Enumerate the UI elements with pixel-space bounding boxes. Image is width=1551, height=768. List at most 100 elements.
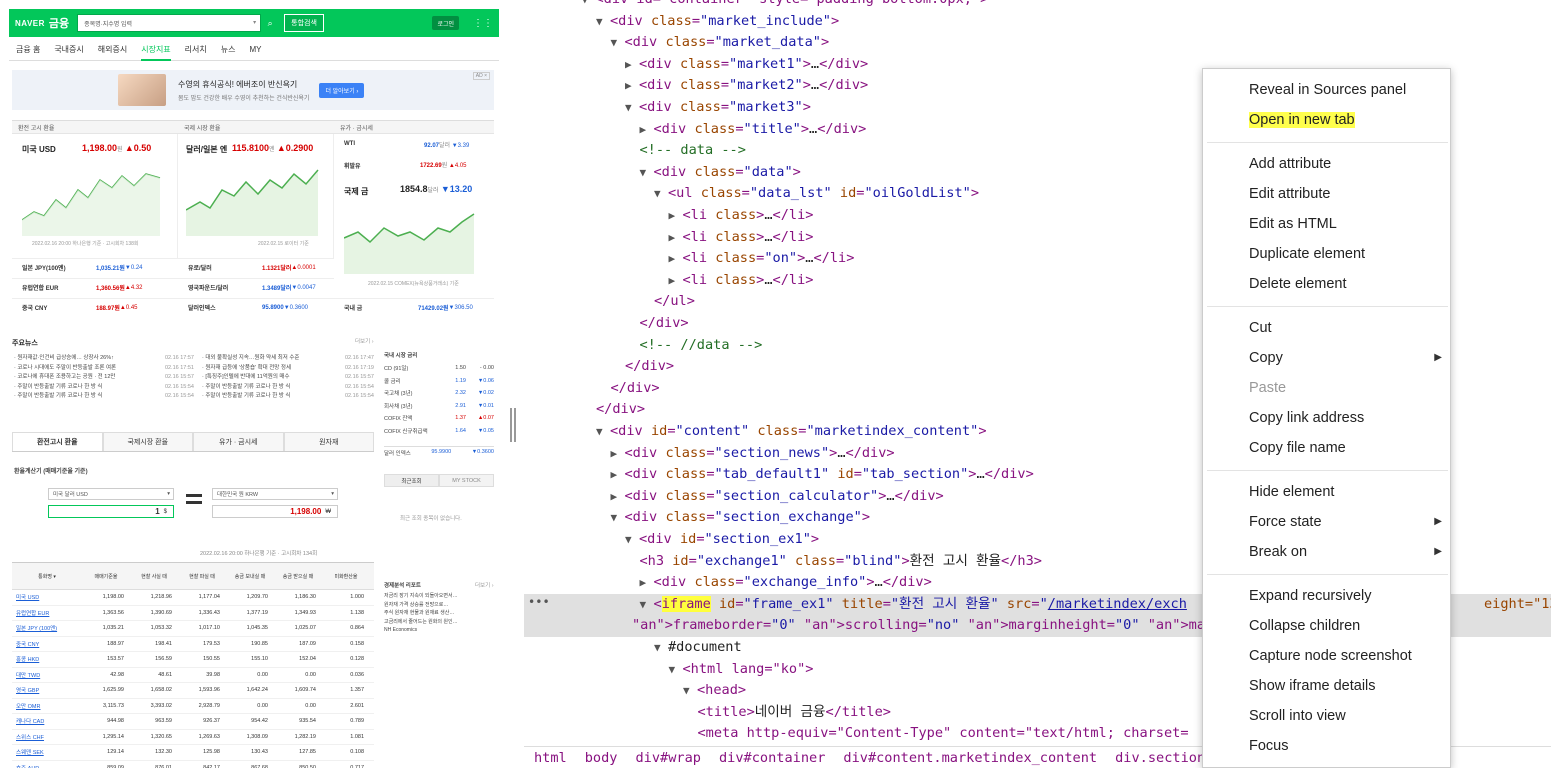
breadcrumb-item-0[interactable]: html — [534, 750, 567, 766]
dom-node-12[interactable]: ▶ <li class="on">…</li> — [669, 248, 855, 270]
market2-box[interactable]: 달러/일본 엔 115.8100엔 ▲0.2900 2022.02.15 로이터… — [178, 134, 334, 258]
nav-item-2[interactable]: 해외증시 — [98, 44, 127, 55]
dom-node-13[interactable]: ▶ <li class>…</li> — [669, 270, 814, 292]
dom-node-after-3[interactable]: <title>네이버 금융</title> — [698, 702, 892, 724]
market-row-0-2[interactable]: 국내 금 71429.02원 ▼306.50 — [334, 298, 494, 316]
news-right-item-4[interactable]: · 주말이 반등출발 기류 코로나 한 방 식 02.16 15:54 — [202, 392, 374, 402]
menu-item-collapse-children[interactable]: Collapse children — [1249, 611, 1360, 641]
dom-node-after-0[interactable]: ▼ #document — [654, 637, 742, 659]
ad-close-icon[interactable]: AD × — [472, 72, 490, 80]
news-more-link[interactable]: 더보기 › — [355, 338, 374, 348]
breadcrumb-item-1[interactable]: body — [585, 750, 618, 766]
currency-link[interactable]: 유럽연합 EUR — [12, 609, 82, 617]
search-input[interactable]: 종목명·지수명 입력 ▾ — [77, 14, 262, 32]
dom-node-27[interactable]: ▶ <div class="exchange_info">…</div> — [640, 572, 932, 594]
dom-node-16[interactable]: <!-- //data --> — [640, 335, 763, 357]
finance-logo[interactable]: 금융 — [49, 15, 69, 31]
dom-node-20[interactable]: ▼ <div id="content" class="marketindex_co… — [596, 421, 987, 443]
menu-item-expand-recursively[interactable]: Expand recursively — [1249, 581, 1372, 611]
dom-node-3[interactable]: ▶ <div class="market1">…</div> — [625, 54, 868, 76]
currency-link[interactable]: 중국 CNY — [12, 640, 82, 648]
dom-node-7[interactable]: <!-- data --> — [640, 140, 746, 162]
news-right-item-0[interactable]: · 대외 불확실성 지속…원화 약세 최저 수준 02.16 17:47 — [202, 354, 374, 364]
dom-node-6[interactable]: ▶ <div class="title">…</div> — [640, 119, 867, 141]
nav-item-1[interactable]: 국내증시 — [54, 44, 83, 55]
dom-node-18[interactable]: </div> — [611, 378, 660, 400]
menu-item-break-on[interactable]: Break on — [1249, 537, 1307, 567]
breadcrumb-item-4[interactable]: div#content.marketindex_content — [843, 750, 1097, 766]
dom-node-0[interactable]: ▼<div id="container" style="padding-bott… — [582, 0, 989, 11]
chevron-down-icon[interactable]: ▾ — [253, 19, 256, 26]
menu-item-duplicate-element[interactable]: Duplicate element — [1249, 239, 1365, 269]
menu-item-copy-link-address[interactable]: Copy link address — [1249, 403, 1364, 433]
news-headline[interactable]: · 코로나 시대에도 주말이 반등출발 조론 여론 — [14, 364, 116, 374]
dom-node-iframe-selected[interactable]: ▼ <iframe id="frame_ex1" title="환전 고시 환율"… — [640, 594, 1187, 616]
dom-node-1[interactable]: ▼ <div class="market_include"> — [596, 11, 839, 33]
news-headline[interactable]: · 주말이 반등출발 기류 코로나 한 방 식 — [14, 392, 102, 402]
news-headline[interactable]: · 원자재 급등에 '상품숍' 확대 전망 정세 — [202, 364, 291, 374]
report-item-3[interactable]: 고금리에서 줄어드는 원화의 원인… — [384, 618, 494, 627]
report-item-2[interactable]: 주식 원자재 현물과 원재료 생산… — [384, 609, 494, 618]
market-row-0-0[interactable]: 일본 JPY(100엔) 1,035.21원 ▼0.24 — [12, 258, 178, 276]
calc-from-select[interactable]: 미국 달러 USD ▾ — [48, 488, 174, 500]
dom-node-25[interactable]: ▼ <div id="section_ex1"> — [625, 529, 819, 551]
tab-3[interactable]: 원자재 — [283, 432, 374, 451]
dom-node-after-1[interactable]: ▼ <html lang="ko"> — [669, 659, 814, 681]
currency-link[interactable]: 스웨덴 SEK — [12, 748, 82, 756]
news-headline[interactable]: · 대외 불확실성 지속…원화 약세 최저 수준 — [202, 354, 299, 364]
news-right-item-3[interactable]: · 주말이 반등출발 기류 코로나 한 방 식 02.16 15:54 — [202, 383, 374, 393]
dom-node-after-4[interactable]: <meta http-equiv="Content-Type" content=… — [698, 723, 1189, 745]
dom-node-11[interactable]: ▶ <li class>…</li> — [669, 227, 814, 249]
dom-node-2[interactable]: ▼ <div class="market_data"> — [611, 32, 830, 54]
dom-node-22[interactable]: ▶ <div class="tab_default1" id="tab_secti… — [611, 464, 1034, 486]
menu-item-capture-node-screenshot[interactable]: Capture node screenshot — [1249, 641, 1412, 671]
dom-node-10[interactable]: ▶ <li class>…</li> — [669, 205, 814, 227]
dom-node-23[interactable]: ▶ <div class="section_calculator">…</div> — [611, 486, 944, 508]
menu-item-force-state[interactable]: Force state — [1249, 507, 1322, 537]
tab-1[interactable]: 국제시장 환율 — [102, 432, 193, 451]
tab-0[interactable]: 환전고시 환율 — [12, 432, 103, 451]
market-head-oil[interactable]: 유가 · 금시세 — [334, 120, 494, 134]
news-headline[interactable]: · [특징주]인텔에 반대에 11억원의 매수 — [202, 373, 290, 383]
dom-node-21[interactable]: ▶ <div class="section_news">…</div> — [611, 443, 895, 465]
news-right-item-2[interactable]: · [특징주]인텔에 반대에 11억원의 매수 02.16 15:57 — [202, 373, 374, 383]
calc-to-select[interactable]: 대한민국 원 KRW ▾ — [212, 488, 338, 500]
currency-link[interactable]: 오만 OMR — [12, 702, 82, 710]
news-headline[interactable]: · 원자재값·인건비 급상승에… 상장사 26%↑ — [14, 354, 114, 364]
dom-node-19[interactable]: </div> — [596, 399, 645, 421]
menu-item-add-attribute[interactable]: Add attribute — [1249, 149, 1331, 179]
oil-box[interactable]: WTI 92.07달러 ▼3.39 휘발유 1722.69원 ▲4.05 국제 … — [334, 134, 494, 274]
nav-item-0[interactable]: 금융 홈 — [16, 44, 40, 55]
side-market-row-4[interactable]: COFIX 잔액 1.37 ▲0.07 — [384, 412, 494, 425]
dom-node-8[interactable]: ▼ <div class="data"> — [640, 162, 801, 184]
side-market-row-3[interactable]: 회사채 (3년) 2.91 ▼0.01 — [384, 400, 494, 413]
report-more-link[interactable]: 더보기 › — [475, 581, 494, 589]
ad-banner[interactable]: 수영의 휴식공식! 에버조이 반신욕기 몸도 맘도 건강한 배우 수영이 추천하… — [12, 70, 494, 110]
news-left-item-0[interactable]: · 원자재값·인건비 급상승에… 상장사 26%↑ 02.16 17:57 — [14, 354, 194, 364]
app-grid-icon[interactable]: ⋮⋮ — [473, 18, 493, 29]
calc-result-field[interactable]: 1,198.00 ₩ — [212, 505, 338, 518]
news-headline[interactable]: · 코로나에 휴대폰 조용하고는 공원 · 전 12만 — [14, 373, 115, 383]
menu-item-edit-as-html[interactable]: Edit as HTML — [1249, 209, 1337, 239]
dom-node-4[interactable]: ▶ <div class="market2">…</div> — [625, 75, 868, 97]
news-left-item-3[interactable]: · 주말이 반등출발 기류 코로나 한 방 식 02.16 15:54 — [14, 383, 194, 393]
menu-item-open-in-new-tab[interactable]: Open in new tab — [1249, 105, 1355, 135]
news-headline[interactable]: · 주말이 반등출발 기류 코로나 한 방 식 — [202, 392, 290, 402]
tab-recent[interactable]: 최근조회 — [384, 474, 439, 487]
news-left-item-4[interactable]: · 주말이 반등출발 기류 코로나 한 방 식 02.16 15:54 — [14, 392, 194, 402]
currency-link[interactable]: 캐나다 CAD — [12, 717, 82, 725]
currency-link[interactable]: 영국 GBP — [12, 686, 82, 694]
market-head-world[interactable]: 국제 시장 환율 — [178, 120, 334, 134]
currency-link[interactable]: 홍콩 HKD — [12, 655, 82, 663]
news-headline[interactable]: · 주말이 반등출발 기류 코로나 한 방 식 — [14, 383, 102, 393]
currency-link[interactable]: 대만 TWD — [12, 671, 82, 679]
market-head-exchange[interactable]: 환전 고시 환율 — [12, 120, 178, 134]
menu-item-cut[interactable]: Cut — [1249, 313, 1272, 343]
side-market-row-0[interactable]: CD (91일) 1.50 - 0.00 — [384, 362, 494, 375]
menu-item-reveal-in-sources-panel[interactable]: Reveal in Sources panel — [1249, 75, 1406, 105]
currency-link[interactable]: 미국 USD — [12, 593, 82, 601]
breadcrumb-item-3[interactable]: div#container — [719, 750, 825, 766]
tab-2[interactable]: 유가 · 금시세 — [193, 432, 284, 451]
breadcrumb-item-2[interactable]: div#wrap — [636, 750, 701, 766]
menu-item-hide-element[interactable]: Hide element — [1249, 477, 1334, 507]
